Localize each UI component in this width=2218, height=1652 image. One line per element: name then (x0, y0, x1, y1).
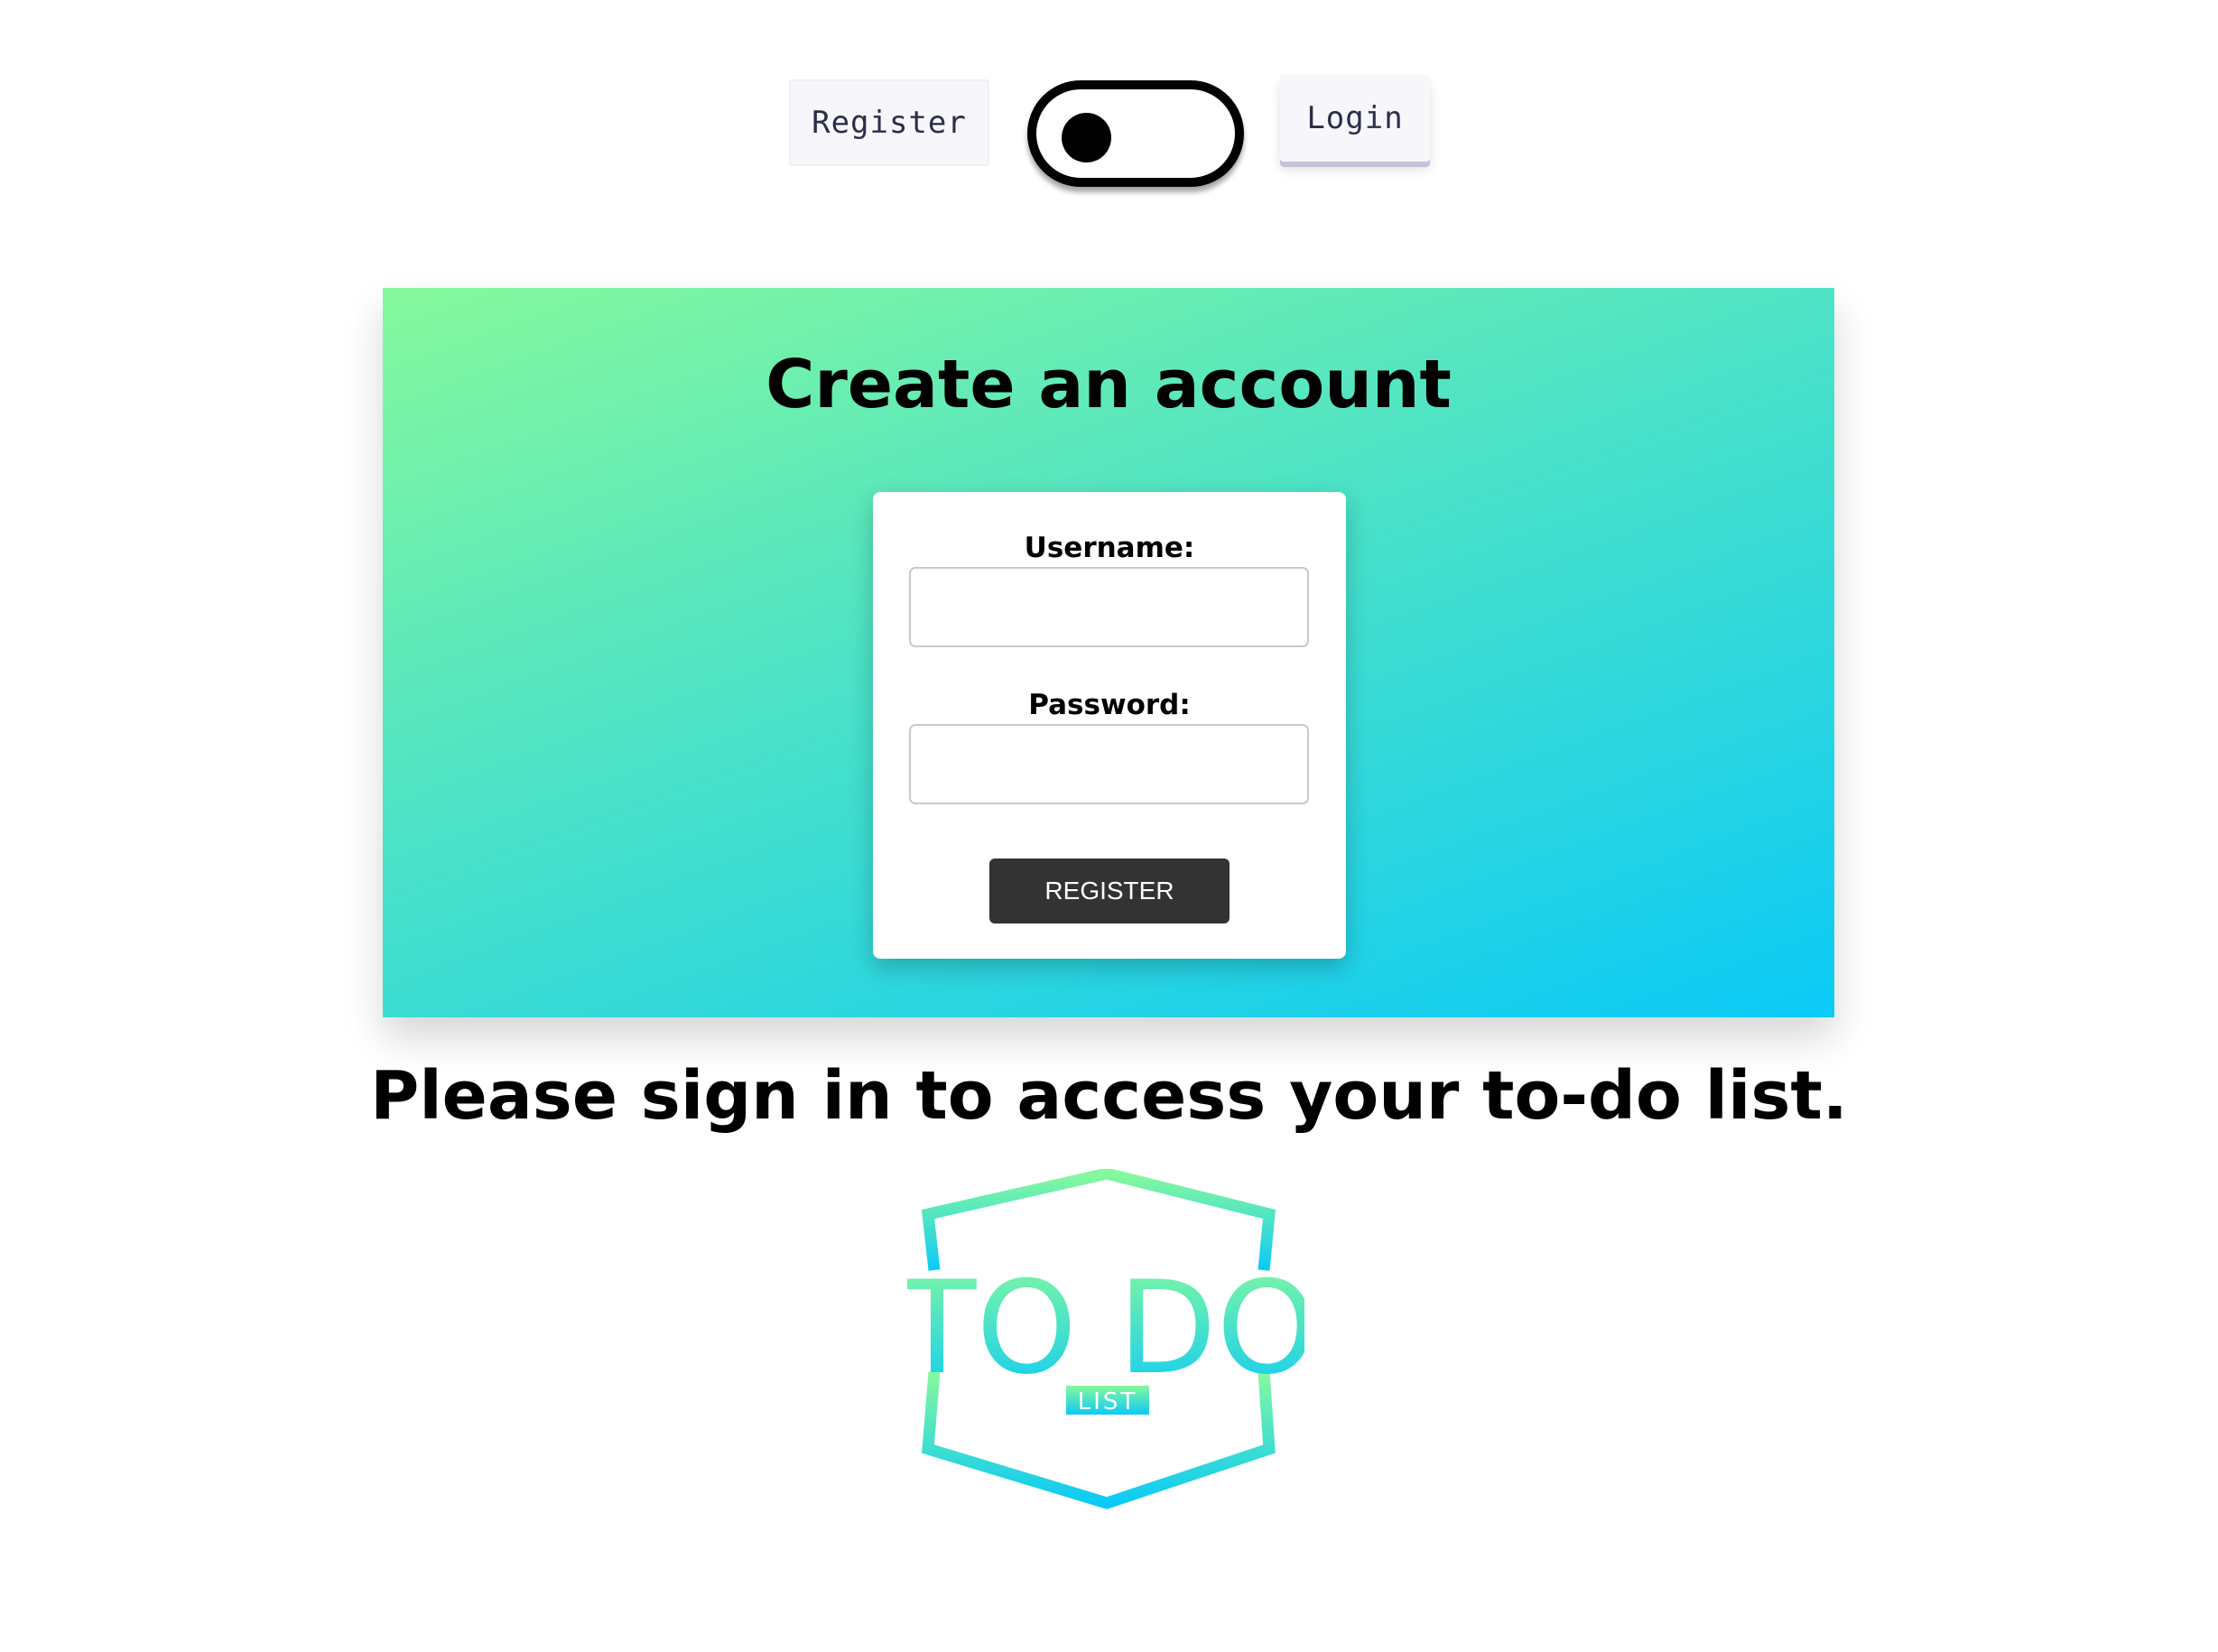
theme-toggle[interactable] (1027, 80, 1244, 187)
todo-list-logo: TO DO LIST (907, 1169, 1304, 1509)
logo-sub-text: LIST (1078, 1388, 1138, 1415)
signin-message: Please sign in to access your to-do list… (370, 1057, 1848, 1135)
register-nav-button[interactable]: Register (789, 79, 989, 166)
password-input[interactable] (909, 724, 1309, 804)
page: Register Login Create an account Usernam… (0, 0, 2218, 1652)
logo-main-text: TO DO (907, 1254, 1304, 1403)
register-form: Username: Password: REGISTER (873, 492, 1346, 959)
password-label: Password: (1028, 689, 1191, 721)
toggle-knob[interactable] (1062, 113, 1111, 162)
page-title: Create an account (766, 346, 1452, 423)
register-panel: Create an account Username: Password: RE… (383, 288, 1834, 1017)
username-input[interactable] (909, 567, 1309, 647)
username-label: Username: (1024, 532, 1195, 564)
login-nav-button[interactable]: Login (1280, 75, 1430, 162)
register-submit-button[interactable]: REGISTER (989, 858, 1230, 923)
